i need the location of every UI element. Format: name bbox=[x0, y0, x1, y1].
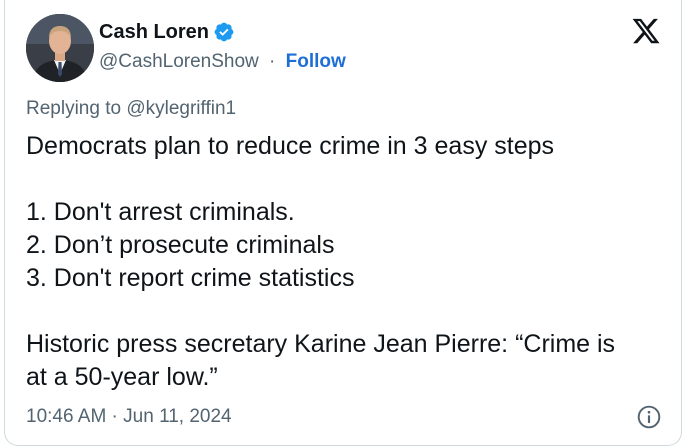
verified-badge-icon bbox=[214, 22, 234, 42]
tweet-line: 3. Don't report crime statistics bbox=[26, 264, 355, 292]
tweet-card: Cash Loren @CashLorenShow · Follow Reply… bbox=[4, 0, 682, 446]
tweet-text: Democrats plan to reduce crime in 3 easy… bbox=[26, 130, 666, 394]
timestamp[interactable]: 10:46 AM · Jun 11, 2024 bbox=[26, 405, 232, 429]
tweet-line: 2. Don’t prosecute criminals bbox=[26, 231, 335, 259]
info-icon[interactable] bbox=[636, 404, 662, 430]
handle-row: @CashLorenShow · Follow bbox=[99, 50, 346, 74]
avatar[interactable] bbox=[26, 14, 94, 82]
handle-separator: · bbox=[269, 51, 276, 72]
tweet-line: Historic press secretary Karine Jean Pie… bbox=[26, 330, 616, 358]
tweet-line: Democrats plan to reduce crime in 3 easy… bbox=[26, 132, 555, 160]
follow-button[interactable]: Follow bbox=[286, 51, 346, 72]
avatar-image bbox=[26, 14, 94, 82]
handle[interactable]: @CashLorenShow bbox=[99, 51, 259, 72]
tweet-line: 1. Don't arrest criminals. bbox=[26, 198, 295, 226]
replying-to[interactable]: Replying to @kylegriffin1 bbox=[26, 97, 236, 121]
author-name-row: Cash Loren bbox=[99, 18, 235, 46]
tweet-line: at a 50-year low.” bbox=[26, 363, 218, 391]
display-name[interactable]: Cash Loren bbox=[99, 20, 209, 44]
x-logo-icon[interactable] bbox=[631, 16, 661, 46]
